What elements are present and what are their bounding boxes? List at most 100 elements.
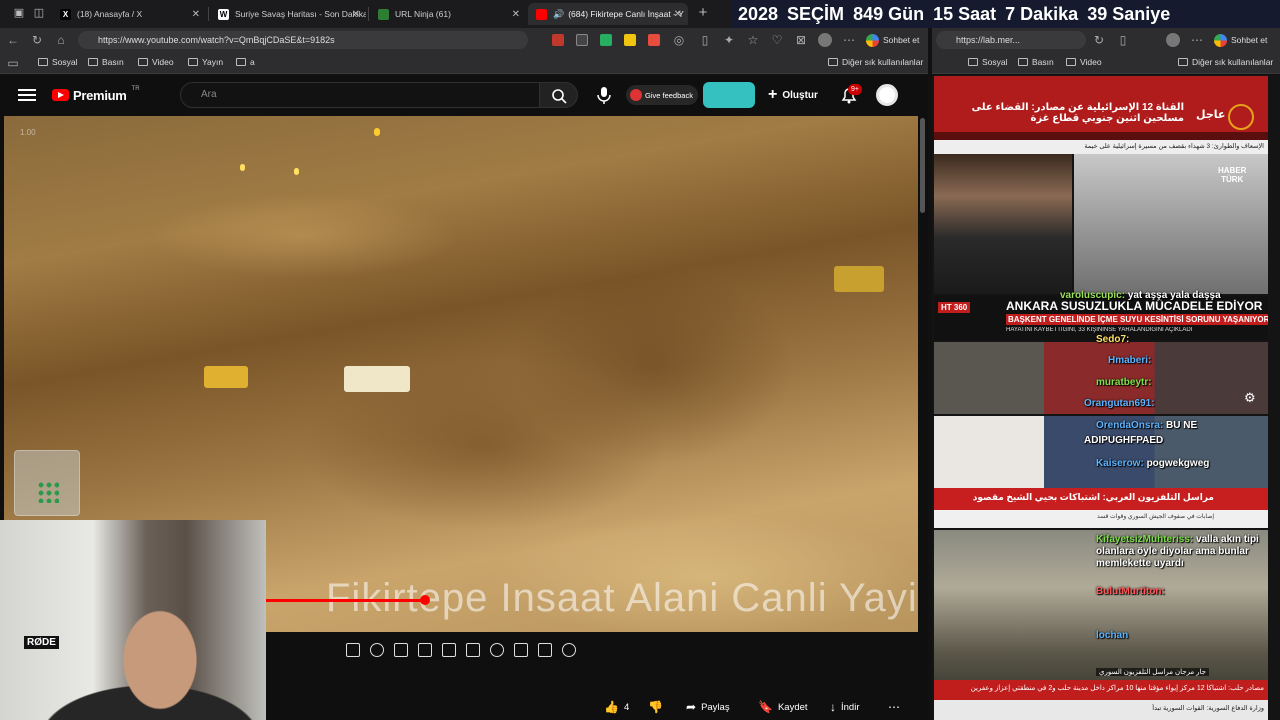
download-button[interactable]: ↓ İndir: [830, 700, 859, 714]
bookmark-folder[interactable]: Basın: [88, 57, 124, 67]
playback-speed: 1.00: [20, 128, 36, 137]
more-actions-button[interactable]: ⋯: [888, 700, 900, 714]
reload-icon[interactable]: ↻: [30, 33, 44, 47]
calendar-icon[interactable]: [418, 643, 432, 657]
close-icon[interactable]: ✕: [674, 9, 682, 20]
countdown-hours: 15 Saat: [933, 3, 997, 24]
dislike-button[interactable]: 👎: [648, 700, 663, 714]
bookmarks-menu-icon[interactable]: ▭: [6, 56, 20, 70]
profile-avatar[interactable]: [818, 33, 832, 47]
bookmark-folder[interactable]: a: [236, 57, 255, 67]
aj-headline: القناة 12 الإسرائيلية عن مصادر: القضاء ع…: [971, 102, 1184, 124]
extension-icon[interactable]: [576, 34, 588, 46]
tab-suriye[interactable]: W Suriye Savaş Haritası - Son Dakika ✕: [210, 3, 366, 25]
chat-message: BulutMurtiton:: [1096, 586, 1165, 597]
bookmark-other[interactable]: Diğer sık kullanılanlar: [828, 57, 923, 67]
save-button[interactable]: 🔖 Kaydet: [758, 700, 808, 714]
url-input-left[interactable]: https://www.youtube.com/watch?v=QmBqjCDa…: [78, 31, 528, 49]
sidebar-icon[interactable]: ▯: [1116, 33, 1130, 47]
screenshot-icon[interactable]: [394, 643, 408, 657]
youtube-play-icon: [52, 89, 69, 101]
new-tab-icon[interactable]: +: [696, 5, 710, 20]
close-icon[interactable]: ✕: [352, 9, 360, 20]
extension-toggle-button[interactable]: [703, 82, 755, 108]
settings-gear-icon[interactable]: ⚙: [1244, 390, 1256, 406]
browser-menu-icon[interactable]: ▣: [12, 6, 26, 20]
share-button[interactable]: ➦ Paylaş: [686, 700, 730, 714]
workspace-icon[interactable]: ◫: [32, 6, 46, 20]
election-countdown: 2028 SEÇİM 849 Gün 15 Saat 7 Dakika 39 S…: [732, 0, 1280, 28]
bookmark-folder[interactable]: Yayın: [188, 57, 223, 67]
chat-message: Hmaberi:: [1108, 355, 1152, 366]
like-button[interactable]: 👍 4: [604, 700, 629, 714]
extension-icon[interactable]: ✦: [722, 33, 736, 47]
url-input-right[interactable]: https://lab.mer...: [936, 31, 1086, 49]
search-button[interactable]: [540, 82, 578, 108]
webcam-overlay: [0, 520, 266, 720]
back-icon[interactable]: ←: [6, 33, 20, 47]
progress-scrubber[interactable]: [420, 595, 430, 605]
extension-icon[interactable]: ◎: [672, 33, 686, 47]
extension-icon[interactable]: [552, 34, 564, 46]
more-icon[interactable]: ⋯: [842, 33, 856, 47]
extension-icon[interactable]: [624, 34, 636, 46]
tab-label: (18) Anasayfa / X: [77, 9, 143, 19]
settings-gear-icon[interactable]: [562, 643, 576, 657]
worker-image: [294, 168, 299, 175]
close-icon[interactable]: ✕: [512, 9, 520, 20]
folder-icon: [236, 58, 246, 66]
bookmark-folder[interactable]: Basın: [1018, 57, 1054, 67]
camera-icon[interactable]: [538, 643, 552, 657]
chat-message: Kaiserow: pogwekgweg: [1096, 458, 1210, 469]
speaker-icon[interactable]: 🔊: [553, 9, 564, 20]
extension-icon[interactable]: [648, 34, 660, 46]
sohbet-button[interactable]: Sohbet et: [866, 32, 919, 48]
thumbs-down-icon: 👎: [648, 700, 663, 714]
extension-icon[interactable]: ⊠: [794, 33, 808, 47]
more-icon[interactable]: ⋯: [1190, 33, 1204, 47]
parliament-feed[interactable]: [934, 154, 1072, 294]
tab-x[interactable]: X (18) Anasayfa / X ✕: [52, 3, 206, 25]
countdown-minutes: 7 Dakika: [1005, 3, 1079, 24]
tab-youtube-active[interactable]: 🔊 (684) Fikirtepe Canlı İnşaat - Y ✕: [528, 3, 688, 25]
collections-icon[interactable]: ♡: [770, 33, 784, 47]
reload-icon[interactable]: ↻: [1092, 33, 1106, 47]
close-icon[interactable]: ✕: [192, 9, 200, 20]
microphone-icon: [597, 87, 611, 104]
youtube-premium-logo[interactable]: Premium TR: [52, 86, 140, 104]
folder-icon: [1018, 58, 1028, 66]
sohbet-button[interactable]: Sohbet et: [1214, 32, 1267, 48]
hamburger-menu-icon[interactable]: [18, 86, 36, 104]
profile-avatar[interactable]: [1166, 33, 1180, 47]
bookmark-folder[interactable]: Sosyal: [38, 57, 78, 67]
bookmark-folder[interactable]: Video: [1066, 57, 1102, 67]
chat-message: lochan: [1096, 630, 1129, 641]
theater-icon[interactable]: [466, 643, 480, 657]
loop-icon[interactable]: [346, 643, 360, 657]
chat-message: Orangutan691:: [1084, 398, 1155, 409]
voice-search-button[interactable]: [592, 84, 616, 106]
tab-label: Suriye Savaş Haritası - Son Dakika: [235, 9, 366, 19]
home-icon[interactable]: ⌂: [54, 33, 68, 47]
give-feedback-button[interactable]: Give feedback: [626, 85, 698, 105]
sidebar-icon[interactable]: ▯: [698, 33, 712, 47]
fullscreen-icon[interactable]: [514, 643, 528, 657]
youtube-icon: [536, 8, 547, 20]
tab-url-ninja[interactable]: URL Ninja (61) ✕: [370, 3, 526, 25]
search-input[interactable]: Ara: [180, 82, 540, 108]
bookmark-other[interactable]: Diğer sık kullanılanlar: [1178, 57, 1273, 67]
create-button[interactable]: + Oluştur: [768, 84, 818, 106]
page-scrollbar[interactable]: [920, 118, 925, 213]
folder-icon: [1066, 58, 1076, 66]
audio-icon[interactable]: [370, 643, 384, 657]
speed-icon[interactable]: [490, 643, 504, 657]
pip-icon[interactable]: [442, 643, 456, 657]
bookmark-folder[interactable]: Video: [138, 57, 174, 67]
feedback-icon: [630, 89, 642, 101]
extension-icon[interactable]: [600, 34, 612, 46]
bookmark-folder[interactable]: Sosyal: [968, 57, 1008, 67]
video-progress-bar[interactable]: [266, 599, 426, 602]
favorites-icon[interactable]: ☆: [746, 33, 760, 47]
aj-ticker: الإسعاف والطوارئ: 3 شهداء بقصف من مسيرة …: [1084, 143, 1264, 150]
account-avatar[interactable]: [876, 84, 898, 106]
